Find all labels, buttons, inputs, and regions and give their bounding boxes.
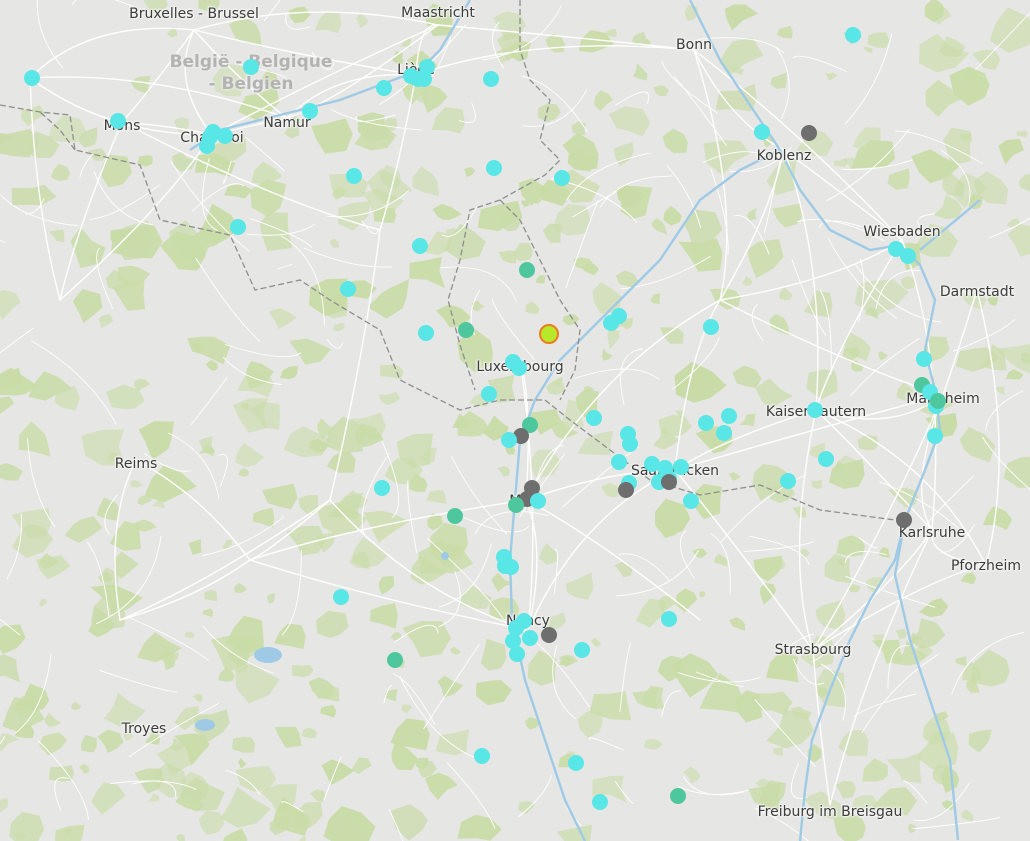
- station-marker[interactable]: [418, 325, 434, 341]
- station-marker-teal[interactable]: [670, 788, 686, 804]
- station-marker-teal[interactable]: [447, 508, 463, 524]
- station-marker[interactable]: [503, 559, 519, 575]
- map-view[interactable]: België - Belgique - Belgien Bruxelles - …: [0, 0, 1030, 841]
- station-marker[interactable]: [530, 493, 546, 509]
- city-label-bruxelles: Bruxelles - Brussel: [129, 6, 259, 22]
- city-label-reims: Reims: [114, 456, 158, 472]
- city-label-maastricht: Maastricht: [401, 5, 475, 21]
- station-marker-inactive[interactable]: [896, 512, 912, 528]
- station-marker[interactable]: [721, 408, 737, 424]
- station-marker[interactable]: [302, 103, 318, 119]
- city-label-karlsruhe: Karlsruhe: [898, 525, 966, 541]
- station-marker[interactable]: [501, 432, 517, 448]
- basemap: [0, 0, 1030, 841]
- station-marker[interactable]: [568, 755, 584, 771]
- city-label-freiburg: Freiburg im Breisgau: [757, 804, 903, 820]
- station-marker[interactable]: [474, 748, 490, 764]
- station-marker[interactable]: [509, 646, 525, 662]
- station-marker-teal[interactable]: [387, 652, 403, 668]
- station-marker[interactable]: [412, 238, 428, 254]
- station-marker[interactable]: [927, 428, 943, 444]
- station-marker[interactable]: [202, 129, 218, 145]
- city-label-bonn: Bonn: [676, 37, 712, 53]
- station-marker[interactable]: [416, 71, 432, 87]
- station-marker-inactive[interactable]: [801, 125, 817, 141]
- city-label-koblenz: Koblenz: [756, 148, 812, 164]
- station-marker[interactable]: [333, 589, 349, 605]
- city-label-wiesbaden: Wiesbaden: [863, 224, 941, 240]
- station-marker-inactive[interactable]: [618, 482, 634, 498]
- station-marker[interactable]: [574, 642, 590, 658]
- station-marker[interactable]: [483, 71, 499, 87]
- station-marker[interactable]: [900, 248, 916, 264]
- station-marker-teal[interactable]: [519, 262, 535, 278]
- station-marker[interactable]: [807, 402, 823, 418]
- station-marker[interactable]: [611, 454, 627, 470]
- station-marker[interactable]: [522, 630, 538, 646]
- station-marker[interactable]: [845, 27, 861, 43]
- station-marker[interactable]: [376, 80, 392, 96]
- station-marker[interactable]: [340, 281, 356, 297]
- station-marker[interactable]: [554, 170, 570, 186]
- station-marker[interactable]: [780, 473, 796, 489]
- station-marker-inactive[interactable]: [541, 627, 557, 643]
- station-marker[interactable]: [716, 425, 732, 441]
- city-label-strasbourg: Strasbourg: [774, 642, 852, 658]
- city-label-darmstadt: Darmstadt: [939, 284, 1015, 300]
- station-marker[interactable]: [24, 70, 40, 86]
- city-label-pforzheim: Pforzheim: [950, 558, 1022, 574]
- station-marker[interactable]: [217, 128, 233, 144]
- station-marker[interactable]: [486, 160, 502, 176]
- station-marker[interactable]: [110, 113, 126, 129]
- city-label-namur: Namur: [263, 115, 311, 131]
- station-marker[interactable]: [754, 124, 770, 140]
- station-marker[interactable]: [916, 351, 932, 367]
- station-marker-teal[interactable]: [930, 393, 946, 409]
- station-marker[interactable]: [243, 59, 259, 75]
- station-marker[interactable]: [505, 354, 521, 370]
- station-marker[interactable]: [683, 493, 699, 509]
- station-marker[interactable]: [818, 451, 834, 467]
- station-marker-teal[interactable]: [508, 497, 524, 513]
- station-marker[interactable]: [698, 415, 714, 431]
- station-marker[interactable]: [586, 410, 602, 426]
- station-marker[interactable]: [592, 794, 608, 810]
- selected-station-marker[interactable]: [539, 324, 559, 344]
- station-marker[interactable]: [703, 319, 719, 335]
- station-marker[interactable]: [346, 168, 362, 184]
- city-label-troyes: Troyes: [121, 721, 167, 737]
- station-marker[interactable]: [661, 611, 677, 627]
- station-marker[interactable]: [374, 480, 390, 496]
- station-marker[interactable]: [481, 386, 497, 402]
- station-marker-inactive[interactable]: [661, 474, 677, 490]
- station-marker-teal[interactable]: [458, 322, 474, 338]
- station-marker[interactable]: [230, 219, 246, 235]
- station-marker[interactable]: [603, 315, 619, 331]
- station-marker[interactable]: [622, 436, 638, 452]
